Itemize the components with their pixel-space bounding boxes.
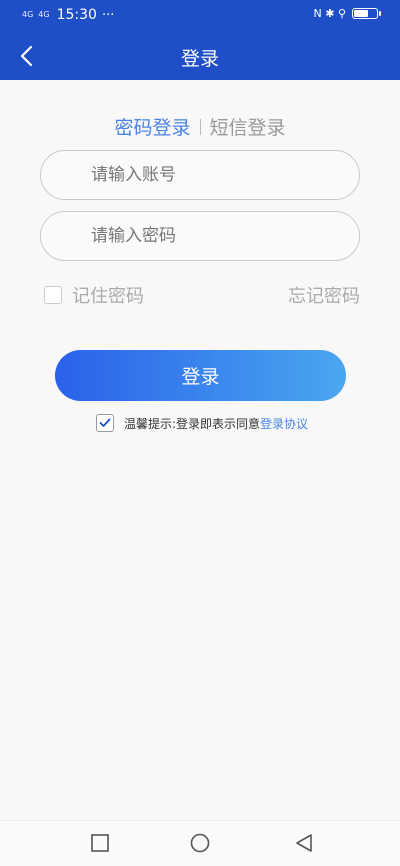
battery-icon xyxy=(352,8,381,19)
account-input[interactable] xyxy=(91,151,341,199)
password-input[interactable] xyxy=(91,212,341,260)
tab-divider xyxy=(199,118,201,135)
check-icon xyxy=(99,418,111,427)
home-icon[interactable] xyxy=(190,833,210,853)
status-right: N ✱ ⚲ xyxy=(313,7,381,20)
status-right-indicators: N ✱ ⚲ xyxy=(313,7,347,20)
forgot-password-link[interactable]: 忘记密码 xyxy=(288,282,360,308)
remember-checkbox[interactable] xyxy=(44,286,62,304)
nav-bar: 登录 xyxy=(0,32,400,80)
network-indicator-2: 4G xyxy=(38,10,50,19)
agreement-link[interactable]: 登录协议 xyxy=(260,417,308,431)
page-title: 登录 xyxy=(180,48,219,70)
login-tabs: 密码登录 短信登录 xyxy=(0,113,400,140)
status-left: 4G 4G 15:30 ··· xyxy=(22,7,114,23)
battery-fill xyxy=(354,10,369,17)
status-bar: 4G 4G 15:30 ··· N ✱ ⚲ xyxy=(0,0,400,32)
agreement-notice: 温馨提示:登录即表示同意 xyxy=(124,416,261,431)
status-extra: ··· xyxy=(101,7,115,23)
remember-label: 记住密码 xyxy=(72,286,144,307)
tab-sms-login[interactable]: 短信登录 xyxy=(210,113,286,140)
recent-apps-icon[interactable] xyxy=(90,833,110,853)
system-nav-bar xyxy=(0,820,400,866)
remember-password[interactable]: 记住密码 xyxy=(44,282,144,308)
tab-password-login[interactable]: 密码登录 xyxy=(114,113,190,140)
agreement-row: 温馨提示:登录即表示同意登录协议 xyxy=(96,414,308,432)
agreement-checkbox[interactable] xyxy=(96,414,114,432)
header-bar: 4G 4G 15:30 ··· N ✱ ⚲ 登录 xyxy=(0,0,400,80)
account-field[interactable] xyxy=(40,150,360,200)
login-button[interactable]: 登录 xyxy=(55,350,346,401)
agreement-text: 温馨提示:登录即表示同意登录协议 xyxy=(124,415,308,432)
password-field[interactable] xyxy=(40,211,360,261)
back-triangle-icon[interactable] xyxy=(294,833,314,853)
status-time: 15:30 xyxy=(56,7,97,23)
network-indicator-1: 4G xyxy=(22,10,34,19)
